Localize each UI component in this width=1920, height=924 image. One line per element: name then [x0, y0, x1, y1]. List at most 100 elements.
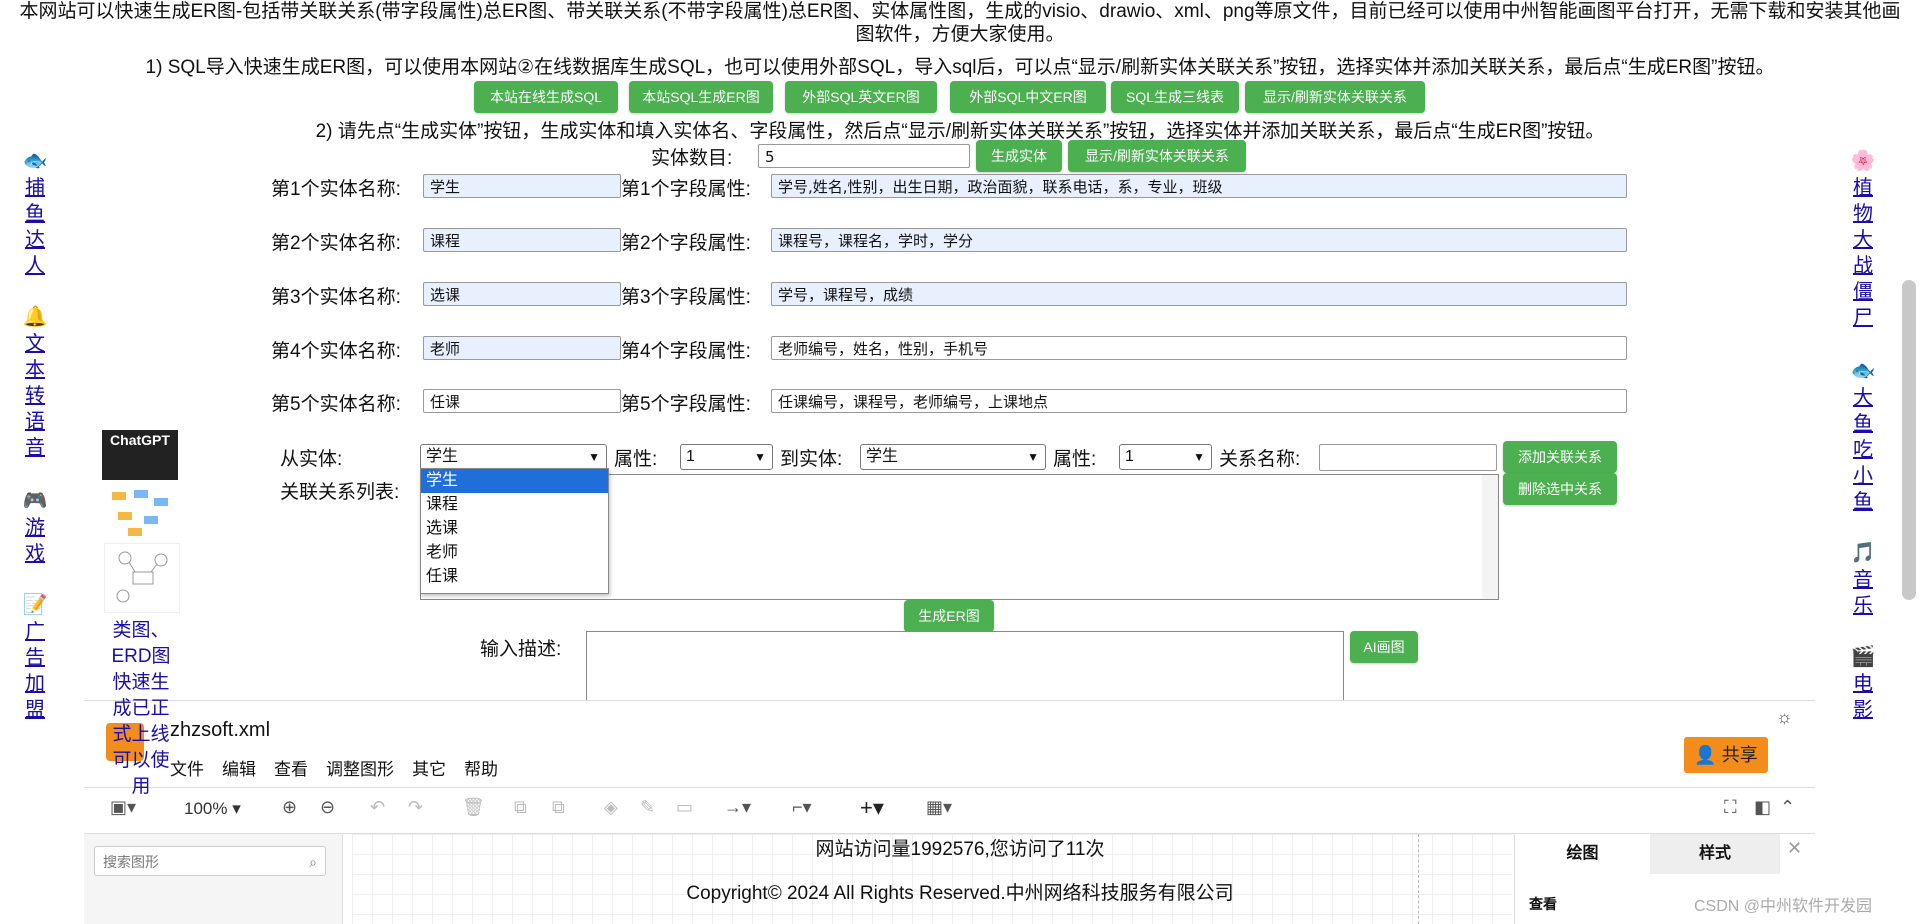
entity-field-input[interactable]: 课程号，课程名，学时，学分: [771, 228, 1627, 252]
entity-field-input[interactable]: 学号，课程号，成绩: [771, 282, 1627, 306]
from-entity-select[interactable]: 学生 ▼: [420, 444, 607, 470]
line-color-icon[interactable]: ✎: [640, 797, 655, 818]
connection-icon[interactable]: →▾: [724, 797, 751, 818]
game-icon: 🎮: [22, 490, 48, 512]
flower-icon: 🌸: [1850, 150, 1876, 172]
chatgpt-logo[interactable]: ChatGPT: [102, 430, 178, 480]
undo-icon[interactable]: ↶: [370, 797, 385, 818]
site-sql-er-button[interactable]: 本站SQL生成ER图: [629, 81, 773, 113]
ai-draw-button[interactable]: AI画图: [1350, 631, 1418, 663]
ai-description-input[interactable]: [586, 631, 1344, 701]
delete-icon[interactable]: 🗑: [462, 797, 485, 818]
generate-er-button[interactable]: 生成ER图: [904, 600, 994, 632]
step2-text: 2) 请先点“生成实体”按钮，生成实体和填入实体名、字段属性，然后点“显示/刷新…: [315, 121, 1605, 142]
fill-color-icon[interactable]: ◈: [604, 797, 618, 818]
to-front-icon[interactable]: ⧉: [514, 797, 527, 818]
entity-name-input[interactable]: 老师: [423, 336, 621, 360]
toolbar-divider: [84, 787, 1815, 788]
menu-arrange[interactable]: 调整图形: [326, 760, 394, 779]
external-sql-cn-button[interactable]: 外部SQL中文ER图: [950, 81, 1106, 113]
zoom-select[interactable]: 100% ▾: [184, 799, 241, 819]
to-entity-select[interactable]: 学生 ▼: [860, 444, 1046, 470]
zoom-out-icon[interactable]: ⊖: [320, 797, 335, 818]
from-entity-label: 从实体:: [280, 449, 343, 470]
shadow-icon[interactable]: ▭: [676, 797, 693, 818]
share-button[interactable]: 👤 共享: [1684, 737, 1768, 773]
chevron-down-icon: ▼: [754, 450, 766, 464]
refresh-relations-button[interactable]: 显示/刷新实体关联关系: [1068, 140, 1246, 172]
copyright: Copyright© 2024 All Rights Reserved.中州网络…: [686, 883, 1234, 904]
insert-icon[interactable]: +▾: [860, 795, 884, 821]
zoom-value: 100%: [184, 799, 228, 818]
erd-thumbnail[interactable]: [104, 543, 180, 613]
refresh-relations-button-top[interactable]: 显示/刷新实体关联关系: [1245, 81, 1425, 113]
dropdown-option[interactable]: 学生: [421, 469, 608, 493]
link-movies[interactable]: 电影: [1852, 671, 1874, 723]
waypoints-icon[interactable]: ⌐▾: [792, 797, 812, 818]
entity-name-input[interactable]: 选课: [423, 282, 621, 306]
entity-name-input[interactable]: 任课: [423, 389, 621, 413]
menu-view[interactable]: 查看: [274, 760, 308, 779]
delete-relation-button[interactable]: 删除选中关系: [1503, 473, 1617, 505]
entity-name-label: 第5个实体名称:: [271, 394, 401, 415]
entity-name-input[interactable]: 课程: [423, 228, 621, 252]
table-icon[interactable]: ▦▾: [926, 797, 952, 818]
attr2-label: 属性:: [1053, 449, 1097, 470]
link-fishing[interactable]: 捕鱼达人: [24, 175, 46, 279]
scrollbar[interactable]: [1482, 475, 1498, 599]
share-label: 共享: [1721, 745, 1758, 765]
from-attr-value: 1: [686, 448, 695, 465]
sidebar-toggle-icon[interactable]: ▣▾: [110, 797, 136, 818]
entity-count-input[interactable]: 5: [758, 144, 970, 168]
menu-other[interactable]: 其它: [412, 760, 446, 779]
link-games[interactable]: 游戏: [24, 515, 46, 567]
entity-name-label: 第4个实体名称:: [271, 341, 401, 362]
relation-name-input[interactable]: [1319, 444, 1497, 471]
menu-bar: 文件 编辑 查看 调整图形 其它 帮助: [170, 755, 516, 780]
link-pvz[interactable]: 植物大战僵尸: [1852, 175, 1874, 331]
to-entity-label: 到实体:: [780, 449, 843, 470]
entity-field-input[interactable]: 老师编号，姓名，性别，手机号: [771, 336, 1627, 360]
external-sql-en-button[interactable]: 外部SQL英文ER图: [785, 81, 937, 113]
redo-icon[interactable]: ↷: [408, 797, 423, 818]
dropdown-option[interactable]: 选课: [421, 517, 608, 541]
visit-counter: 网站访问量1992576,您访问了11次: [815, 839, 1105, 860]
watermark: CSDN @中州软件开发园: [1694, 898, 1873, 915]
entity-name-input[interactable]: 学生: [423, 174, 621, 198]
relation-list-label: 关联关系列表:: [280, 482, 400, 503]
to-back-icon[interactable]: ⧉: [552, 797, 565, 818]
dropdown-option[interactable]: 课程: [421, 493, 608, 517]
add-relation-button[interactable]: 添加关联关系: [1503, 441, 1617, 473]
format-panel-icon[interactable]: ◧: [1754, 797, 1771, 818]
diagram-thumbnail[interactable]: [104, 486, 178, 538]
relation-name-label: 关系名称:: [1219, 449, 1301, 470]
online-sql-button[interactable]: 本站在线生成SQL: [474, 81, 618, 113]
promo-caption[interactable]: 类图、ERD图快速生成已正式上线可以使用: [108, 618, 174, 800]
entity-field-input[interactable]: 学号,姓名,性别，出生日期，政治面貌，联系电话，系，专业，班级: [771, 174, 1627, 198]
from-attr-select[interactable]: 1 ▼: [680, 444, 773, 470]
menu-help[interactable]: 帮助: [464, 760, 498, 779]
chevron-down-icon: ▼: [588, 450, 600, 464]
generate-entity-button[interactable]: 生成实体: [976, 140, 1062, 172]
menu-file[interactable]: 文件: [170, 760, 204, 779]
entity-dropdown: 学生 课程 选课 老师 任课: [420, 468, 609, 594]
dropdown-option[interactable]: 老师: [421, 541, 608, 565]
collapse-icon[interactable]: ⌃: [1780, 797, 1795, 818]
link-bigfish[interactable]: 大鱼吃小鱼: [1852, 385, 1874, 515]
to-attr-select[interactable]: 1 ▼: [1119, 444, 1212, 470]
theme-icon[interactable]: ☼: [1776, 707, 1793, 728]
fullscreen-icon[interactable]: ⛶: [1724, 797, 1737, 818]
menu-edit[interactable]: 编辑: [222, 760, 256, 779]
page-scrollbar[interactable]: [1902, 280, 1916, 600]
entity-field-label: 第3个字段属性:: [621, 287, 751, 308]
sql-three-line-button[interactable]: SQL生成三线表: [1111, 81, 1239, 113]
entity-field-input[interactable]: 任课编号，课程号，老师编号，上课地点: [771, 389, 1627, 413]
dropdown-option[interactable]: 任课: [421, 565, 608, 589]
link-music[interactable]: 音乐: [1852, 567, 1874, 619]
link-tts[interactable]: 文本转语音: [24, 331, 46, 461]
zoom-in-icon[interactable]: ⊕: [282, 797, 297, 818]
ai-label: 输入描述:: [480, 639, 562, 660]
file-name[interactable]: zhzsoft.xml: [170, 719, 270, 742]
link-ads[interactable]: 广告加盟: [24, 619, 46, 723]
fish-icon: 🐟: [22, 150, 48, 172]
